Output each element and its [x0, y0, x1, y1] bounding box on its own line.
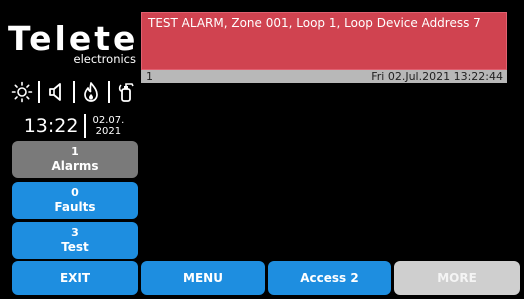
- icon-divider: [72, 81, 75, 103]
- clock-date: 02.07. 2021: [92, 115, 124, 137]
- icon-divider: [107, 81, 110, 103]
- alarms-count: 1: [71, 145, 79, 158]
- clock-display: 13:22 02.07. 2021: [12, 110, 136, 142]
- extinguisher-icon: [114, 80, 138, 104]
- alarm-event-panel[interactable]: TEST ALARM, Zone 001, Loop 1, Loop Devic…: [141, 12, 507, 70]
- brand-logo: Teletek electronics: [6, 19, 164, 65]
- brand-name: Teletek: [8, 19, 164, 58]
- exit-button[interactable]: EXIT: [12, 261, 138, 295]
- alarm-timestamp: Fri 02.Jul.2021 13:22:44: [371, 70, 503, 83]
- speaker-icon: [45, 80, 69, 104]
- faults-label: Faults: [54, 200, 96, 214]
- clock-date-year: 2021: [95, 126, 122, 137]
- clock-divider: [84, 114, 87, 138]
- faults-count: 0: [71, 186, 79, 199]
- alarm-event-status-bar: 1 Fri 02.Jul.2021 13:22:44: [141, 70, 507, 83]
- menu-button[interactable]: MENU: [141, 261, 265, 295]
- panel-screen: Teletek electronics 13:22 02.07. 2021 1 …: [0, 0, 524, 299]
- more-button[interactable]: MORE: [394, 261, 520, 295]
- status-icon-row: [10, 79, 138, 105]
- alarm-message: TEST ALARM, Zone 001, Loop 1, Loop Devic…: [148, 16, 481, 30]
- icon-divider: [38, 81, 41, 103]
- alarms-label: Alarms: [51, 159, 99, 173]
- sun-icon: [10, 80, 34, 104]
- test-label: Test: [61, 240, 89, 254]
- fire-icon: [79, 80, 103, 104]
- clock-time: 13:22: [23, 115, 79, 137]
- test-count: 3: [71, 226, 79, 239]
- clock-date-day-month: 02.07.: [92, 115, 125, 126]
- alarm-index: 1: [146, 70, 153, 83]
- test-button[interactable]: 3 Test: [12, 222, 138, 259]
- access-level-button[interactable]: Access 2: [268, 261, 391, 295]
- faults-button[interactable]: 0 Faults: [12, 182, 138, 219]
- alarms-button[interactable]: 1 Alarms: [12, 141, 138, 178]
